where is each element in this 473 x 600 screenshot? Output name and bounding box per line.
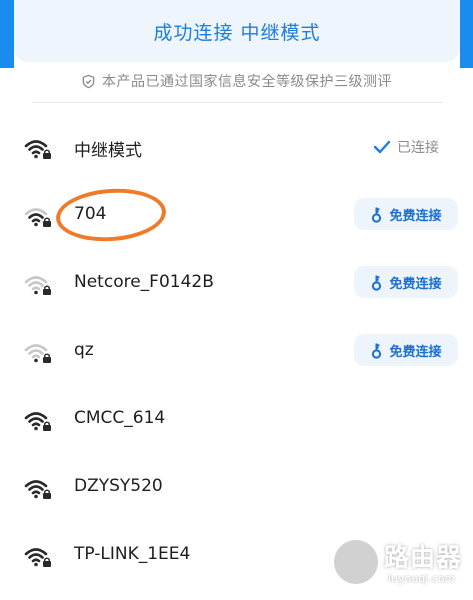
free-connect-button[interactable]: 免费连接 xyxy=(354,266,458,298)
status-header: 成功连接 中继模式 xyxy=(14,0,460,62)
watermark: 路由器 luyouqi.com xyxy=(330,532,472,598)
wifi-lock-icon xyxy=(24,480,51,499)
free-connect-label: 免费连接 xyxy=(389,208,442,224)
key-icon xyxy=(372,275,382,291)
network-item-qz[interactable]: qz 免费连接 xyxy=(0,322,473,382)
wifi-lock-icon xyxy=(24,276,51,295)
connected-status: 已连接 xyxy=(373,137,439,157)
network-ssid: CMCC_614 xyxy=(74,408,166,428)
network-item-netcore[interactable]: Netcore_F0142B 免费连接 xyxy=(0,254,473,314)
security-text: 本产品已通过国家信息安全等级保护三级测评 xyxy=(102,74,392,90)
watermark-logo-icon xyxy=(334,540,378,584)
free-connect-button[interactable]: 免费连接 xyxy=(354,334,458,366)
network-ssid: TP-LINK_1EE4 xyxy=(74,544,191,564)
page-title: 成功连接 中继模式 xyxy=(153,21,321,44)
watermark-title: 路由器 xyxy=(384,543,463,572)
network-item-relay[interactable]: 中继模式 已连接 xyxy=(0,118,473,178)
wifi-lock-icon xyxy=(24,412,51,431)
wifi-lock-icon xyxy=(24,140,51,159)
shield-icon xyxy=(82,74,95,88)
network-ssid: DZYSY520 xyxy=(74,476,163,496)
free-connect-label: 免费连接 xyxy=(389,276,442,292)
network-ssid: 中继模式 xyxy=(74,141,142,161)
network-item-dzysy[interactable]: DZYSY520 xyxy=(0,458,473,518)
status-text: 已连接 xyxy=(397,140,439,156)
network-ssid: Netcore_F0142B xyxy=(74,272,214,292)
wifi-lock-icon xyxy=(24,548,51,567)
free-connect-label: 免费连接 xyxy=(389,344,442,360)
network-item-cmcc[interactable]: CMCC_614 xyxy=(0,390,473,450)
wifi-lock-icon xyxy=(24,208,51,227)
divider xyxy=(32,102,442,103)
key-icon xyxy=(372,207,382,223)
wifi-lock-icon xyxy=(24,344,51,363)
network-ssid: qz xyxy=(74,340,94,360)
watermark-url: luyouqi.com xyxy=(388,572,456,585)
key-icon xyxy=(372,343,382,359)
check-icon xyxy=(373,140,391,154)
free-connect-button[interactable]: 免费连接 xyxy=(354,198,458,230)
security-note: 本产品已通过国家信息安全等级保护三级测评 xyxy=(0,68,473,94)
